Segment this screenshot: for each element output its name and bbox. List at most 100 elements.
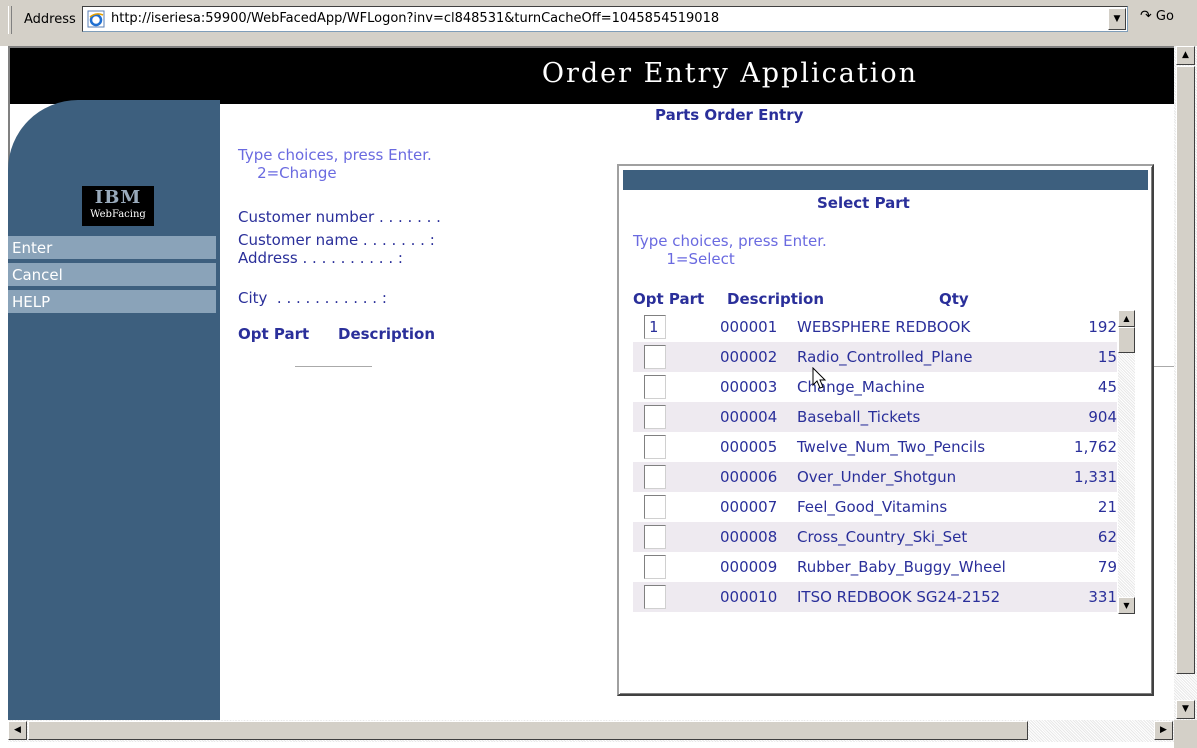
- app-title: Order Entry Application: [541, 58, 918, 89]
- part-number: 000001: [720, 318, 778, 336]
- part-number: 000009: [720, 558, 778, 576]
- divider: [1152, 366, 1174, 367]
- scroll-down-arrow-icon[interactable]: ▼: [1176, 700, 1195, 719]
- option-input[interactable]: [644, 585, 666, 609]
- dialog-instructions-line1: Type choices, press Enter.: [633, 232, 827, 250]
- part-description: ITSO REDBOOK SG24-2152: [797, 588, 1001, 606]
- option-input[interactable]: 1: [644, 315, 666, 339]
- app-banner: Order Entry Application: [10, 48, 1174, 104]
- help-button[interactable]: HELP: [8, 290, 216, 314]
- part-qty: 45: [1097, 378, 1117, 396]
- go-arrow-icon: ↷: [1140, 8, 1152, 24]
- url-text: http://iseriesa:59900/WebFacedApp/WFLogo…: [111, 11, 720, 26]
- part-number: 000008: [720, 528, 778, 546]
- scroll-right-arrow-icon[interactable]: ▶: [1154, 721, 1173, 740]
- list-item[interactable]: 1 000001 WEBSPHERE REDBOOK 192: [633, 312, 1117, 342]
- dialog-instructions-line2: 1=Select: [633, 250, 735, 268]
- scroll-thumb[interactable]: [28, 721, 1028, 740]
- page-title: Parts Order Entry: [655, 106, 804, 124]
- part-qty: 1,331: [1074, 468, 1117, 486]
- scroll-left-arrow-icon[interactable]: ◀: [8, 721, 27, 740]
- parts-list-scrollbar[interactable]: ▲ ▼: [1118, 310, 1135, 614]
- part-description: Feel_Good_Vitamins: [797, 498, 948, 516]
- ie-page-icon: [87, 10, 105, 28]
- part-number: 000005: [720, 438, 778, 456]
- option-input[interactable]: [644, 345, 666, 369]
- go-button[interactable]: ↷ Go: [1140, 8, 1174, 24]
- instructions-line1: Type choices, press Enter.: [238, 146, 432, 164]
- part-qty: 62: [1097, 528, 1117, 546]
- main-header-opt-part: Opt Part: [238, 325, 310, 343]
- logo-webfacing-text: WebFacing: [90, 209, 146, 220]
- part-number: 000003: [720, 378, 778, 396]
- list-item[interactable]: 000002 Radio_Controlled_Plane 15: [633, 342, 1117, 372]
- part-description: Over_Under_Shotgun: [797, 468, 957, 486]
- part-qty: 904: [1088, 408, 1117, 426]
- page-vertical-scrollbar[interactable]: ▲ ▼: [1174, 46, 1197, 722]
- option-input[interactable]: [644, 405, 666, 429]
- go-label: Go: [1155, 9, 1174, 24]
- scroll-up-arrow-icon[interactable]: ▲: [1176, 46, 1195, 65]
- part-qty: 15: [1097, 348, 1117, 366]
- enter-button[interactable]: Enter: [8, 236, 216, 260]
- part-description: Cross_Country_Ski_Set: [797, 528, 968, 546]
- part-description: WEBSPHERE REDBOOK: [797, 318, 971, 336]
- part-number: 000004: [720, 408, 778, 426]
- dialog-title-bar: [623, 170, 1148, 190]
- ibm-webfacing-logo: IBM WebFacing: [82, 186, 154, 226]
- scroll-thumb[interactable]: [1118, 327, 1135, 353]
- customer-number-label: Customer number . . . . . . .: [238, 208, 441, 226]
- scrollbar-corner: [1174, 720, 1197, 748]
- part-number: 000002: [720, 348, 778, 366]
- list-item[interactable]: 000009 Rubber_Baby_Buggy_Wheel 79: [633, 552, 1117, 582]
- part-qty: 192: [1088, 318, 1117, 336]
- part-qty: 331: [1088, 588, 1117, 606]
- option-input[interactable]: [644, 495, 666, 519]
- option-input[interactable]: [644, 465, 666, 489]
- list-item[interactable]: 000007 Feel_Good_Vitamins 21: [633, 492, 1117, 522]
- option-input[interactable]: [644, 525, 666, 549]
- list-item[interactable]: 000010 ITSO REDBOOK SG24-2152 331: [633, 582, 1117, 612]
- url-input[interactable]: http://iseriesa:59900/WebFacedApp/WFLogo…: [82, 6, 1128, 32]
- sidebar: IBM WebFacing Enter Cancel HELP: [8, 100, 220, 720]
- dialog-header-description: Description: [727, 290, 825, 308]
- list-item[interactable]: 000005 Twelve_Num_Two_Pencils 1,762: [633, 432, 1117, 462]
- city-label: City . . . . . . . . . . . :: [238, 289, 387, 307]
- part-number: 000006: [720, 468, 778, 486]
- dialog-header-qty: Qty: [939, 290, 969, 308]
- dialog-header-opt-part: Opt Part: [633, 290, 705, 308]
- list-item[interactable]: 000003 Change_Machine 45: [633, 372, 1117, 402]
- cancel-button[interactable]: Cancel: [8, 263, 216, 287]
- divider: [295, 366, 372, 367]
- toolbar-grip[interactable]: [8, 6, 12, 34]
- logo-ibm-text: IBM: [94, 187, 142, 208]
- select-part-dialog: Select Part Type choices, press Enter. 1…: [617, 164, 1154, 696]
- scroll-up-arrow-icon[interactable]: ▲: [1118, 310, 1135, 327]
- address-field-label: Address . . . . . . . . . . :: [238, 249, 403, 267]
- part-description: Baseball_Tickets: [797, 408, 921, 426]
- option-input[interactable]: [644, 555, 666, 579]
- address-bar: Address http://iseriesa:59900/WebFacedAp…: [0, 0, 1197, 46]
- option-input[interactable]: [644, 375, 666, 399]
- list-item[interactable]: 000006 Over_Under_Shotgun 1,331: [633, 462, 1117, 492]
- mouse-cursor-icon: [812, 367, 827, 389]
- part-description: Radio_Controlled_Plane: [797, 348, 973, 366]
- part-number: 000010: [720, 588, 778, 606]
- part-description: Twelve_Num_Two_Pencils: [797, 438, 986, 456]
- list-item[interactable]: 000008 Cross_Country_Ski_Set 62: [633, 522, 1117, 552]
- part-qty: 79: [1097, 558, 1117, 576]
- instructions-line2: 2=Change: [238, 164, 337, 182]
- part-qty: 1,762: [1074, 438, 1117, 456]
- dialog-title: Select Part: [817, 194, 910, 212]
- option-input[interactable]: [644, 435, 666, 459]
- part-description: Rubber_Baby_Buggy_Wheel: [797, 558, 1006, 576]
- scroll-down-arrow-icon[interactable]: ▼: [1118, 597, 1135, 614]
- scroll-thumb[interactable]: [1176, 66, 1195, 674]
- part-number: 000007: [720, 498, 778, 516]
- main-header-description: Description: [338, 325, 436, 343]
- list-item[interactable]: 000004 Baseball_Tickets 904: [633, 402, 1117, 432]
- customer-name-label: Customer name . . . . . . . :: [238, 231, 435, 249]
- page-horizontal-scrollbar[interactable]: ◀ ▶: [8, 720, 1174, 742]
- part-qty: 21: [1097, 498, 1117, 516]
- url-dropdown-button[interactable]: ▼: [1108, 8, 1126, 30]
